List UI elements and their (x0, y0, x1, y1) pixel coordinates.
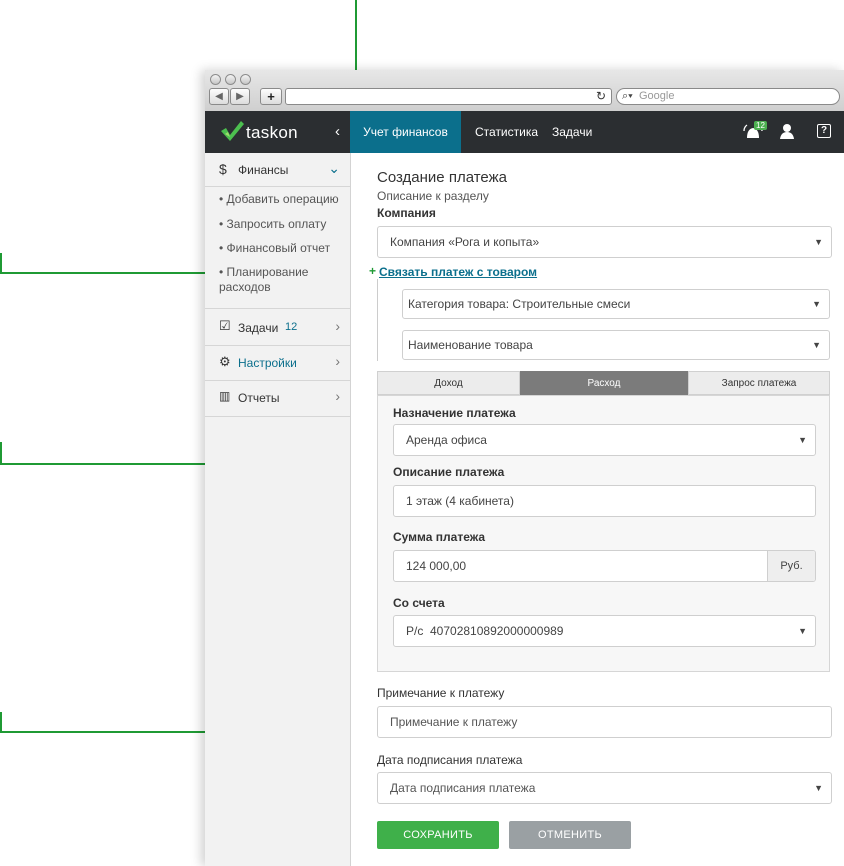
page-title: Создание платежа (377, 169, 507, 186)
note-placeholder: Примечание к платежу (390, 715, 518, 729)
sidebar-item-label: Задачи (238, 321, 279, 335)
sidebar-subitem-request-payment[interactable]: • Запросить оплату (219, 217, 344, 232)
tab-income[interactable]: Доход (377, 371, 520, 395)
reload-icon[interactable]: ↻ (596, 89, 606, 104)
maximize-window-icon[interactable] (240, 74, 251, 85)
link-product-link[interactable]: Связать платеж с товаром (379, 265, 537, 279)
company-select[interactable]: Компания «Рога и копыта» ▼ (377, 226, 832, 258)
collapse-sidebar-icon[interactable]: ‹ (335, 123, 340, 140)
browser-toolbar: ◀ ▶ + ↻ ⌕▾ Google (205, 70, 844, 112)
tab-payment-request[interactable]: Запрос платежа (688, 371, 830, 395)
amount-input-value: 124 000,00 (406, 559, 467, 573)
main-content: Создание платежа Описание к разделу Комп… (351, 153, 844, 866)
purpose-label: Назначение платежа (393, 406, 516, 420)
sidebar-item-label: Отчеты (238, 391, 280, 405)
account-select-value: Р/с 40702810892000000989 (406, 624, 564, 638)
caret-down-icon: ▼ (798, 626, 807, 636)
description-input[interactable]: 1 этаж (4 кабинета) (393, 485, 816, 517)
taskon-logo-icon (221, 121, 244, 141)
caret-down-icon: ▼ (814, 783, 823, 793)
account-select[interactable]: Р/с 40702810892000000989 ▼ (393, 615, 816, 647)
description-label: Описание платежа (393, 465, 505, 479)
user-icon[interactable] (780, 123, 794, 139)
sidebar-item-settings[interactable]: ⚙ Настройки › (205, 346, 350, 381)
sidebar-item-tasks[interactable]: ☑ Задачи 12 › (205, 309, 350, 346)
close-window-icon[interactable] (210, 74, 221, 85)
nav-tasks[interactable]: Задачи (552, 111, 592, 153)
dollar-icon: $ (219, 161, 227, 177)
sidebar-subitem-finance-report[interactable]: • Финансовый отчет (219, 241, 344, 256)
save-button[interactable]: СОХРАНИТЬ (377, 821, 499, 849)
purpose-select-value: Аренда офиса (406, 433, 487, 447)
category-select-value: Категория товара: Строительные смеси (408, 297, 631, 311)
caret-down-icon: ▼ (812, 340, 821, 350)
product-select-value: Наименование товара (408, 338, 533, 352)
annotation-line-2-drop (0, 253, 2, 274)
sidebar-subitem-planning[interactable]: • Планирование расходов (219, 265, 344, 295)
note-label: Примечание к платежу (377, 686, 505, 700)
date-select[interactable]: Дата подписания платежа ▼ (377, 772, 832, 804)
notifications-badge: 12 (754, 121, 767, 130)
tab-expense[interactable]: Расход (520, 371, 688, 395)
plus-icon: + (369, 264, 377, 278)
nav-statistics[interactable]: Статистика (475, 111, 538, 153)
sidebar-item-reports[interactable]: ▥ Отчеты › (205, 381, 350, 417)
help-icon[interactable]: ? (817, 124, 831, 138)
account-label: Со счета (393, 596, 445, 610)
sidebar-item-finance[interactable]: $ Финансы ⌄ (205, 153, 350, 187)
sidebar-section-finance: $ Финансы ⌄ • Добавить операцию • Запрос… (205, 153, 350, 309)
annotation-line-4-drop (0, 712, 2, 733)
product-select[interactable]: Наименование товара ▼ (402, 330, 830, 360)
description-input-value: 1 этаж (4 кабинета) (406, 494, 514, 508)
chevron-down-icon[interactable]: ⌄ (328, 160, 340, 177)
date-select-value: Дата подписания платежа (390, 781, 536, 795)
gear-icon: ⚙ (219, 354, 231, 369)
sidebar-item-label: Настройки (238, 356, 297, 370)
expense-panel: Назначение платежа Аренда офиса ▼ Описан… (377, 395, 830, 672)
purpose-select[interactable]: Аренда офиса ▼ (393, 424, 816, 456)
category-select[interactable]: Категория товара: Строительные смеси ▼ (402, 289, 830, 319)
payment-type-tabs: Доход Расход Запрос платежа (377, 371, 830, 395)
product-group-divider (377, 279, 378, 361)
browser-window: ◀ ▶ + ↻ ⌕▾ Google taskon ‹ Учет финансов… (205, 70, 844, 866)
note-input[interactable]: Примечание к платежу (377, 706, 832, 738)
url-input[interactable]: ↻ (285, 88, 612, 105)
chevron-right-icon[interactable]: › (335, 353, 340, 369)
company-select-value: Компания «Рога и копыта» (390, 235, 540, 249)
caret-down-icon: ▼ (798, 435, 807, 445)
browser-search-input[interactable]: ⌕▾ Google (616, 88, 840, 105)
date-label: Дата подписания платежа (377, 753, 523, 767)
chevron-right-icon[interactable]: › (335, 318, 340, 334)
logo-text: taskon (246, 123, 298, 142)
sidebar-item-label: Финансы (238, 163, 289, 177)
minimize-window-icon[interactable] (225, 74, 236, 85)
tasks-count-badge: 12 (285, 321, 298, 333)
annotation-line-3-drop (0, 442, 2, 465)
nav-finance[interactable]: Учет финансов (350, 111, 461, 153)
currency-addon: Руб. (767, 551, 815, 581)
caret-down-icon: ▼ (812, 299, 821, 309)
sidebar-subitem-add-operation[interactable]: • Добавить операцию (219, 192, 344, 207)
new-tab-button[interactable]: + (260, 88, 282, 105)
company-label: Компания (377, 206, 436, 220)
search-icon: ⌕▾ (622, 90, 633, 102)
amount-input[interactable]: 124 000,00 Руб. (393, 550, 816, 582)
app-header: taskon ‹ Учет финансов Статистика Задачи… (205, 111, 844, 153)
back-button[interactable]: ◀ (209, 88, 229, 105)
amount-label: Сумма платежа (393, 530, 486, 544)
forward-button[interactable]: ▶ (230, 88, 250, 105)
sidebar: $ Финансы ⌄ • Добавить операцию • Запрос… (205, 153, 351, 866)
cancel-button[interactable]: ОТМЕНИТЬ (509, 821, 631, 849)
section-description: Описание к разделу (377, 189, 489, 203)
chevron-right-icon[interactable]: › (335, 388, 340, 404)
search-placeholder: Google (639, 90, 675, 102)
bar-chart-icon: ▥ (219, 389, 231, 403)
checkbox-icon: ☑ (219, 318, 231, 333)
caret-down-icon: ▼ (814, 237, 823, 247)
